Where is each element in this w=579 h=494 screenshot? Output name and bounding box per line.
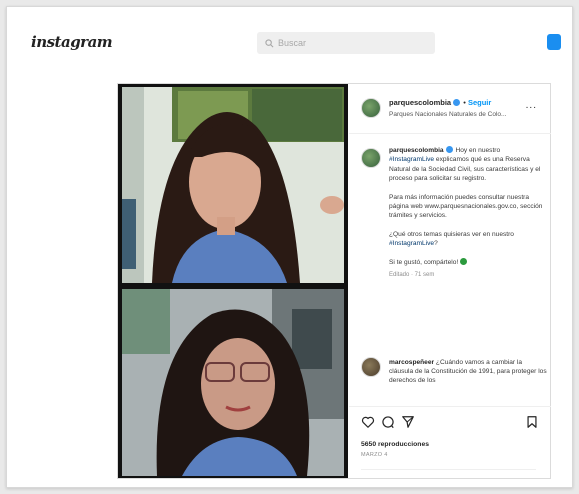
view-count: 5650 reproducciones [361, 441, 429, 448]
post-actions: 5650 reproducciones MARZO 4 [349, 406, 551, 478]
more-options-icon[interactable]: ... [526, 100, 537, 111]
verified-icon [445, 146, 453, 153]
top-navigation-bar: instagram Buscar [7, 7, 572, 69]
author-avatar[interactable] [361, 98, 381, 118]
separator: • [463, 98, 466, 107]
search-bar[interactable]: Buscar [257, 32, 435, 54]
post-date: MARZO 4 [361, 452, 388, 458]
verified-icon [453, 99, 461, 106]
post-sidebar: parquescolombia • Seguir Parques Naciona… [349, 84, 551, 478]
author-line: parquescolombia • Seguir [389, 98, 491, 107]
caption-text: Si te gustó, compártelo! [389, 258, 461, 266]
caption-text: ? [434, 240, 438, 248]
caption-timestamp: Editado · 71 sem [389, 272, 435, 279]
bookmark-icon[interactable] [525, 415, 539, 429]
share-icon[interactable] [401, 415, 415, 429]
comment: marcospeñeer ¿Cuándo vamos a cambiar la … [389, 358, 547, 385]
caption-text: ¿Qué otros temas quisieras ver en nuestr… [389, 230, 514, 238]
comment-username[interactable]: marcospeñeer [389, 359, 434, 366]
caption-avatar[interactable] [361, 148, 381, 168]
search-icon [265, 38, 274, 47]
video-top-speaker [122, 87, 344, 283]
add-comment-area[interactable] [361, 469, 536, 473]
video-bottom-speaker [122, 289, 344, 476]
speaker-one-image [122, 87, 344, 283]
caption-paragraph-4: Si te gustó, compártelo! [389, 257, 544, 267]
caption-text: Hoy en nuestro [455, 147, 501, 154]
post-dialog: parquescolombia • Seguir Parques Naciona… [117, 83, 551, 479]
caption-paragraph-2: Para más información puedes consultar nu… [389, 193, 543, 220]
post-caption: parquescolombia Hoy en nuestro #Instagra… [389, 146, 544, 289]
caption-username[interactable]: parquescolombia [389, 147, 444, 154]
post-header: parquescolombia • Seguir Parques Naciona… [349, 84, 551, 134]
caption-paragraph-1: parquescolombia Hoy en nuestro #Instagra… [389, 146, 544, 184]
hashtag-link[interactable]: #InstagramLive [389, 240, 434, 247]
author-username[interactable]: parquescolombia [389, 98, 451, 107]
green-heart-emoji [460, 257, 468, 265]
speaker-two-image [122, 289, 344, 476]
live-video[interactable] [118, 84, 348, 478]
caption-paragraph-3: ¿Qué otros temas quisieras ver en nuestr… [389, 230, 544, 249]
follow-button[interactable]: Seguir [468, 98, 491, 107]
heart-icon[interactable] [361, 415, 375, 429]
browser-page: instagram Buscar parquescolombia • Segui… [6, 6, 573, 488]
commenter-avatar[interactable] [361, 357, 381, 377]
messenger-icon[interactable] [547, 34, 561, 50]
instagram-logo[interactable]: instagram [31, 33, 113, 51]
search-input[interactable]: Buscar [278, 38, 306, 48]
comment-icon[interactable] [381, 415, 395, 429]
hashtag-link[interactable]: #InstagramLive [389, 156, 434, 163]
author-subtitle: Parques Nacionales Naturales de Colo... [389, 111, 507, 118]
